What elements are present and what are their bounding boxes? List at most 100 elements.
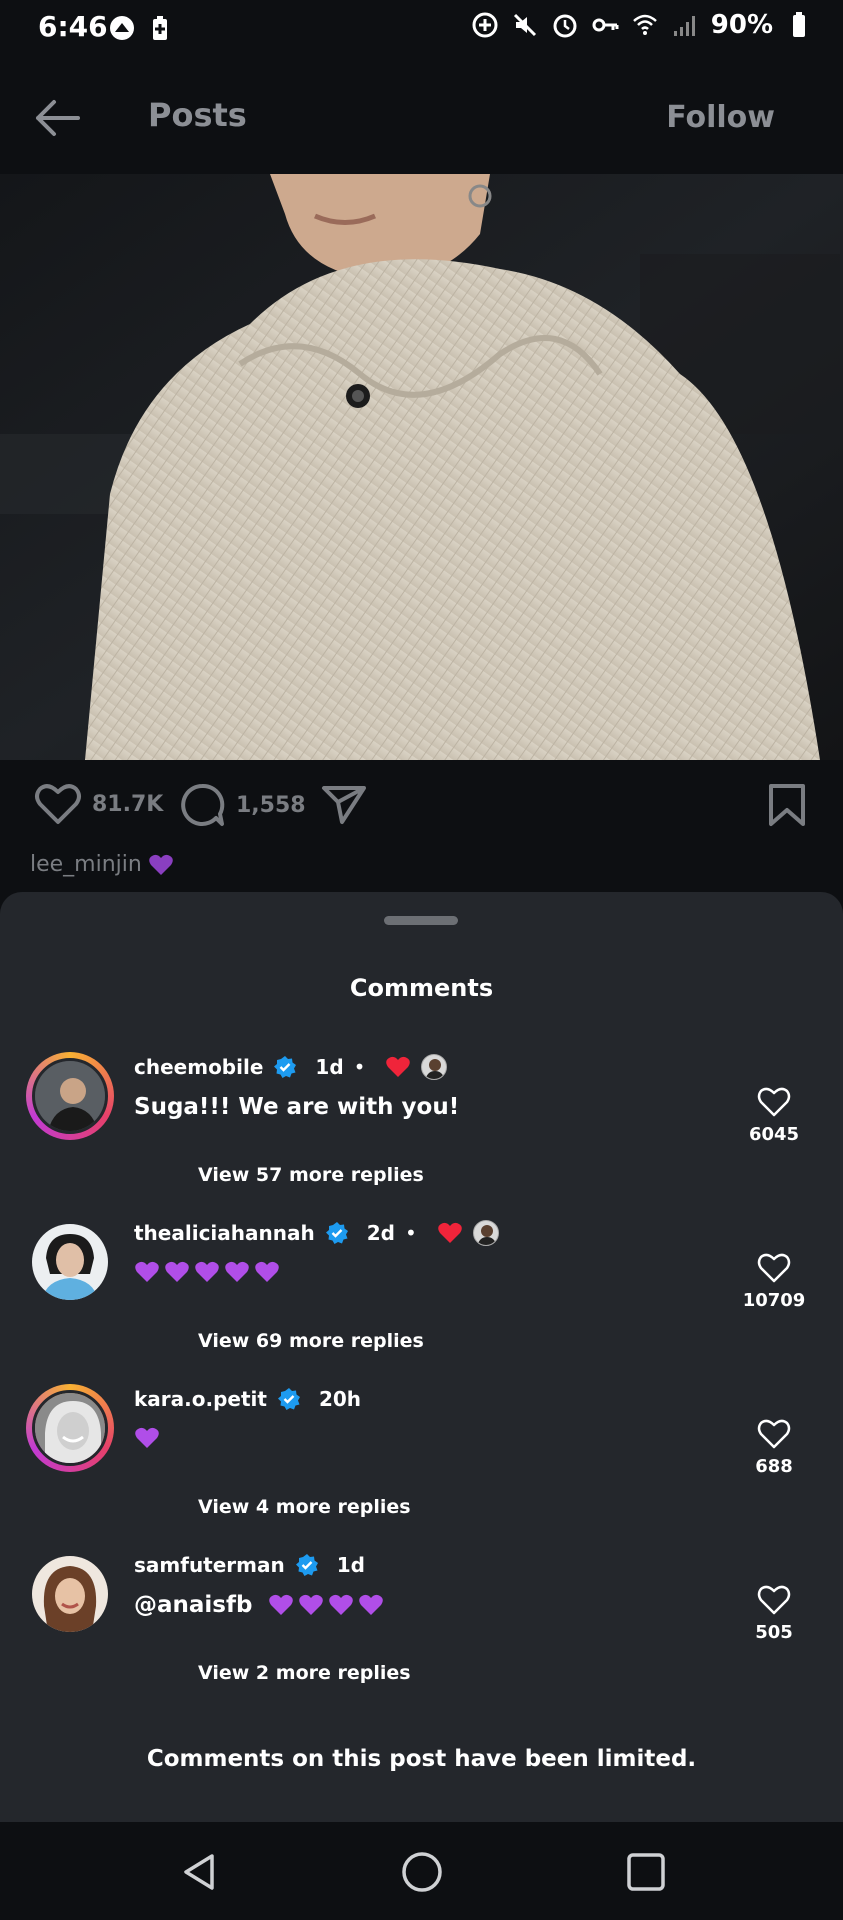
comment-username[interactable]: samfuterman <box>134 1553 285 1577</box>
avatar[interactable] <box>26 1550 114 1638</box>
avatar-photo <box>32 1556 108 1632</box>
alarm-icon <box>553 14 577 38</box>
comment-like[interactable]: 10709 <box>739 1252 809 1311</box>
heart-outline-icon[interactable] <box>757 1418 791 1450</box>
comment-username[interactable]: cheemobile <box>134 1055 263 1079</box>
avatar-photo <box>35 1393 105 1463</box>
comment-time: 20h <box>318 1387 362 1411</box>
comment-header: kara.o.petit 20h <box>134 1384 361 1414</box>
battery-percent: 90% <box>710 10 773 40</box>
status-bar: 6:46 90% <box>0 0 843 58</box>
comment-count: 1,558 <box>236 792 306 818</box>
circle-home-icon[interactable] <box>400 1850 444 1894</box>
purple-heart-icon <box>225 1261 249 1282</box>
avatar[interactable] <box>26 1384 114 1472</box>
comment-like-count: 6045 <box>748 1124 800 1145</box>
avatar-photo <box>35 1061 105 1131</box>
comment-mention[interactable]: @anaisfb <box>134 1592 252 1618</box>
comment-time: 1d <box>315 1055 344 1079</box>
comments-limited-notice: Comments on this post have been limited. <box>146 1746 697 1772</box>
purple-heart-icon <box>359 1594 384 1615</box>
comment-item: thealiciahannah 2d • View 69 more replie… <box>0 1218 843 1384</box>
header: Posts Follow <box>0 58 843 174</box>
comment-text: @anaisfb <box>134 1592 384 1618</box>
comment-text: Suga!!! We are with you! <box>134 1094 459 1120</box>
sheet-grabber[interactable] <box>384 916 458 925</box>
comments-sheet: Comments cheemobile 1d • Suga!!! We are … <box>0 892 843 1822</box>
signal-icon <box>673 16 695 36</box>
triangle-back-icon[interactable] <box>178 1850 222 1894</box>
purple-heart-icon <box>149 854 173 875</box>
author-avatar-icon <box>472 1220 499 1246</box>
like-count: 81.7K <box>92 791 164 817</box>
status-left-icons <box>108 14 174 42</box>
view-replies-button[interactable]: View 2 more replies <box>198 1662 411 1684</box>
view-replies-button[interactable]: View 4 more replies <box>198 1496 411 1518</box>
avatar[interactable] <box>26 1052 114 1140</box>
comment-header: cheemobile 1d • <box>134 1052 448 1082</box>
purple-heart-icon <box>269 1594 294 1615</box>
comment-text <box>134 1426 160 1450</box>
system-nav-bar <box>0 1822 843 1920</box>
heart-outline-icon[interactable] <box>34 782 82 826</box>
author-avatar-icon <box>421 1054 448 1080</box>
comment-header: thealiciahannah 2d • <box>134 1218 499 1248</box>
post-image[interactable] <box>0 174 843 760</box>
comment-text <box>134 1260 280 1284</box>
like-action[interactable]: 81.7K <box>34 782 163 826</box>
purple-heart-icon <box>135 1427 159 1448</box>
caption-username[interactable]: lee_minjin <box>30 852 142 877</box>
comment-username[interactable]: kara.o.petit <box>134 1387 267 1411</box>
share-action[interactable] <box>320 782 368 826</box>
battery-saver-icon <box>153 16 167 40</box>
separator-dot: • <box>404 1221 417 1245</box>
comment-username[interactable]: thealiciahannah <box>134 1221 315 1245</box>
comment-like[interactable]: 6045 <box>739 1086 809 1145</box>
caption: lee_minjin <box>30 852 174 877</box>
view-replies-button[interactable]: View 69 more replies <box>198 1330 424 1352</box>
vpn-icon <box>110 16 134 40</box>
comment-like-count: 505 <box>755 1622 793 1643</box>
wifi-icon <box>632 14 657 35</box>
comment-like[interactable]: 505 <box>739 1584 809 1643</box>
paper-plane-icon[interactable] <box>320 782 368 826</box>
heart-outline-icon[interactable] <box>757 1252 791 1284</box>
data-saver-icon <box>472 12 498 38</box>
battery-icon <box>793 12 805 37</box>
bookmark-icon[interactable] <box>767 782 807 828</box>
follow-button[interactable]: Follow <box>666 100 775 135</box>
verified-badge-icon <box>274 1056 297 1078</box>
red-heart-icon <box>437 1222 462 1243</box>
purple-heart-icon <box>165 1261 189 1282</box>
heart-outline-icon[interactable] <box>757 1584 791 1616</box>
purple-heart-icon <box>299 1594 324 1615</box>
purple-heart-icon <box>255 1261 279 1282</box>
purple-heart-icon <box>195 1261 219 1282</box>
avatar-photo <box>32 1224 108 1300</box>
purple-heart-icon <box>135 1261 159 1282</box>
comment-item: samfuterman 1d @anaisfb View 2 more repl… <box>0 1550 843 1716</box>
post-photo-illustration <box>0 174 843 760</box>
comment-like-count: 10709 <box>742 1290 806 1311</box>
red-heart-icon <box>386 1056 411 1077</box>
verified-badge-icon <box>277 1388 300 1410</box>
comment-time: 2d <box>366 1221 395 1245</box>
square-recents-icon[interactable] <box>624 1850 668 1894</box>
comment-text-content: Suga!!! We are with you! <box>134 1094 460 1120</box>
speech-bubble-icon[interactable] <box>178 782 226 828</box>
heart-outline-icon[interactable] <box>757 1086 791 1118</box>
comment-action[interactable]: 1,558 <box>178 782 306 828</box>
comment-header: samfuterman 1d <box>134 1550 365 1580</box>
post-actions: 81.7K 1,558 lee_minjin <box>0 760 843 890</box>
view-replies-button[interactable]: View 57 more replies <box>198 1164 424 1186</box>
avatar[interactable] <box>26 1218 114 1306</box>
status-time: 6:46 <box>38 10 108 43</box>
status-right-icons: 90% <box>471 10 813 40</box>
arrow-left-icon[interactable] <box>32 96 82 140</box>
mute-icon <box>513 13 536 37</box>
comment-like[interactable]: 688 <box>739 1418 809 1477</box>
separator-dot: • <box>353 1055 366 1079</box>
comments-title: Comments <box>349 974 494 1002</box>
comment-like-count: 688 <box>755 1456 793 1477</box>
comment-item: kara.o.petit 20h View 4 more replies 688 <box>0 1384 843 1550</box>
